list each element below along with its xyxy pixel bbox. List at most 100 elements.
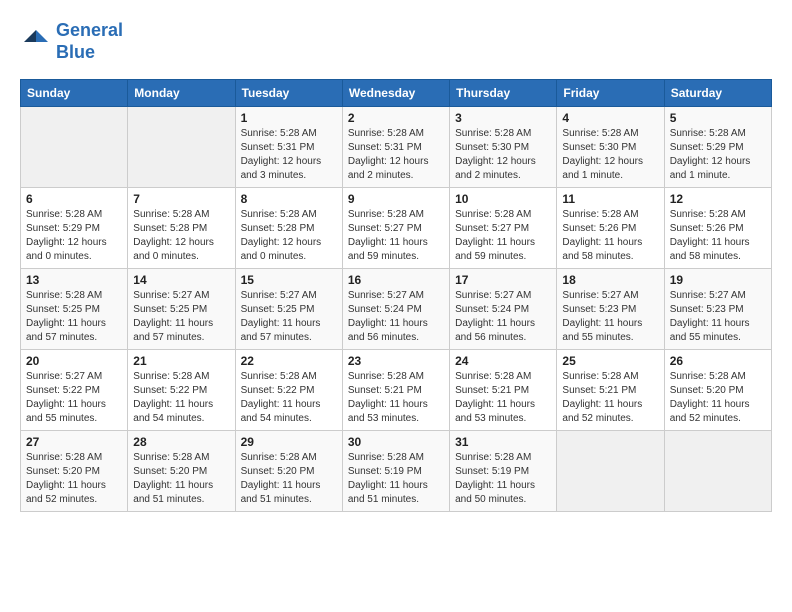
day-number: 27 — [26, 435, 122, 449]
day-number: 12 — [670, 192, 766, 206]
calendar-day-cell: 9 Sunrise: 5:28 AMSunset: 5:27 PMDayligh… — [342, 188, 449, 269]
calendar-day-cell: 31 Sunrise: 5:28 AMSunset: 5:19 PMDaylig… — [450, 431, 557, 512]
day-detail: Sunrise: 5:28 AMSunset: 5:26 PMDaylight:… — [562, 208, 658, 264]
day-number: 30 — [348, 435, 444, 449]
day-detail: Sunrise: 5:28 AMSunset: 5:26 PMDaylight:… — [670, 208, 766, 264]
day-number: 7 — [133, 192, 229, 206]
calendar-day-cell: 12 Sunrise: 5:28 AMSunset: 5:26 PMDaylig… — [664, 188, 771, 269]
calendar-day-cell: 10 Sunrise: 5:28 AMSunset: 5:27 PMDaylig… — [450, 188, 557, 269]
day-number: 13 — [26, 273, 122, 287]
day-detail: Sunrise: 5:28 AMSunset: 5:30 PMDaylight:… — [562, 127, 658, 183]
calendar-day-cell: 20 Sunrise: 5:27 AMSunset: 5:22 PMDaylig… — [21, 350, 128, 431]
calendar-day-cell: 8 Sunrise: 5:28 AMSunset: 5:28 PMDayligh… — [235, 188, 342, 269]
day-number: 2 — [348, 111, 444, 125]
calendar-day-cell: 16 Sunrise: 5:27 AMSunset: 5:24 PMDaylig… — [342, 269, 449, 350]
day-number: 6 — [26, 192, 122, 206]
day-number: 23 — [348, 354, 444, 368]
calendar-day-cell: 3 Sunrise: 5:28 AMSunset: 5:30 PMDayligh… — [450, 107, 557, 188]
calendar-day-cell: 15 Sunrise: 5:27 AMSunset: 5:25 PMDaylig… — [235, 269, 342, 350]
day-number: 26 — [670, 354, 766, 368]
day-detail: Sunrise: 5:28 AMSunset: 5:29 PMDaylight:… — [26, 208, 122, 264]
calendar-day-cell: 28 Sunrise: 5:28 AMSunset: 5:20 PMDaylig… — [128, 431, 235, 512]
header-cell: Wednesday — [342, 80, 449, 107]
calendar-day-cell: 13 Sunrise: 5:28 AMSunset: 5:25 PMDaylig… — [21, 269, 128, 350]
day-number: 10 — [455, 192, 551, 206]
calendar-day-cell: 2 Sunrise: 5:28 AMSunset: 5:31 PMDayligh… — [342, 107, 449, 188]
day-number: 28 — [133, 435, 229, 449]
calendar-day-cell: 6 Sunrise: 5:28 AMSunset: 5:29 PMDayligh… — [21, 188, 128, 269]
calendar-week-row: 13 Sunrise: 5:28 AMSunset: 5:25 PMDaylig… — [21, 269, 772, 350]
calendar-day-cell: 27 Sunrise: 5:28 AMSunset: 5:20 PMDaylig… — [21, 431, 128, 512]
calendar-day-cell: 7 Sunrise: 5:28 AMSunset: 5:28 PMDayligh… — [128, 188, 235, 269]
day-detail: Sunrise: 5:28 AMSunset: 5:27 PMDaylight:… — [348, 208, 444, 264]
calendar-table: SundayMondayTuesdayWednesdayThursdayFrid… — [20, 79, 772, 512]
calendar-day-cell: 26 Sunrise: 5:28 AMSunset: 5:20 PMDaylig… — [664, 350, 771, 431]
page-header: General Blue — [20, 20, 772, 63]
day-detail: Sunrise: 5:28 AMSunset: 5:21 PMDaylight:… — [562, 370, 658, 426]
day-detail: Sunrise: 5:28 AMSunset: 5:31 PMDaylight:… — [348, 127, 444, 183]
day-number: 5 — [670, 111, 766, 125]
calendar-day-cell: 11 Sunrise: 5:28 AMSunset: 5:26 PMDaylig… — [557, 188, 664, 269]
day-number: 15 — [241, 273, 337, 287]
header-cell: Thursday — [450, 80, 557, 107]
logo: General Blue — [20, 20, 123, 63]
day-detail: Sunrise: 5:28 AMSunset: 5:21 PMDaylight:… — [348, 370, 444, 426]
calendar-header-row: SundayMondayTuesdayWednesdayThursdayFrid… — [21, 80, 772, 107]
calendar-day-cell: 23 Sunrise: 5:28 AMSunset: 5:21 PMDaylig… — [342, 350, 449, 431]
calendar-day-cell: 18 Sunrise: 5:27 AMSunset: 5:23 PMDaylig… — [557, 269, 664, 350]
header-cell: Tuesday — [235, 80, 342, 107]
calendar-day-cell: 25 Sunrise: 5:28 AMSunset: 5:21 PMDaylig… — [557, 350, 664, 431]
calendar-day-cell: 24 Sunrise: 5:28 AMSunset: 5:21 PMDaylig… — [450, 350, 557, 431]
day-number: 29 — [241, 435, 337, 449]
day-number: 19 — [670, 273, 766, 287]
day-number: 8 — [241, 192, 337, 206]
day-detail: Sunrise: 5:28 AMSunset: 5:22 PMDaylight:… — [241, 370, 337, 426]
day-detail: Sunrise: 5:28 AMSunset: 5:20 PMDaylight:… — [670, 370, 766, 426]
logo-icon — [20, 26, 52, 58]
day-detail: Sunrise: 5:28 AMSunset: 5:31 PMDaylight:… — [241, 127, 337, 183]
calendar-week-row: 6 Sunrise: 5:28 AMSunset: 5:29 PMDayligh… — [21, 188, 772, 269]
day-detail: Sunrise: 5:28 AMSunset: 5:27 PMDaylight:… — [455, 208, 551, 264]
calendar-day-cell: 29 Sunrise: 5:28 AMSunset: 5:20 PMDaylig… — [235, 431, 342, 512]
day-detail: Sunrise: 5:28 AMSunset: 5:20 PMDaylight:… — [133, 451, 229, 507]
day-detail: Sunrise: 5:28 AMSunset: 5:28 PMDaylight:… — [241, 208, 337, 264]
day-detail: Sunrise: 5:28 AMSunset: 5:20 PMDaylight:… — [241, 451, 337, 507]
header-cell: Saturday — [664, 80, 771, 107]
day-detail: Sunrise: 5:28 AMSunset: 5:29 PMDaylight:… — [670, 127, 766, 183]
day-number: 25 — [562, 354, 658, 368]
calendar-day-cell — [128, 107, 235, 188]
day-number: 3 — [455, 111, 551, 125]
day-number: 21 — [133, 354, 229, 368]
day-number: 31 — [455, 435, 551, 449]
day-number: 22 — [241, 354, 337, 368]
day-detail: Sunrise: 5:28 AMSunset: 5:25 PMDaylight:… — [26, 289, 122, 345]
calendar-day-cell: 1 Sunrise: 5:28 AMSunset: 5:31 PMDayligh… — [235, 107, 342, 188]
day-number: 24 — [455, 354, 551, 368]
day-number: 20 — [26, 354, 122, 368]
day-detail: Sunrise: 5:27 AMSunset: 5:25 PMDaylight:… — [241, 289, 337, 345]
day-detail: Sunrise: 5:28 AMSunset: 5:20 PMDaylight:… — [26, 451, 122, 507]
calendar-day-cell: 4 Sunrise: 5:28 AMSunset: 5:30 PMDayligh… — [557, 107, 664, 188]
day-detail: Sunrise: 5:27 AMSunset: 5:24 PMDaylight:… — [348, 289, 444, 345]
header-cell: Monday — [128, 80, 235, 107]
day-number: 18 — [562, 273, 658, 287]
calendar-day-cell: 30 Sunrise: 5:28 AMSunset: 5:19 PMDaylig… — [342, 431, 449, 512]
day-detail: Sunrise: 5:28 AMSunset: 5:30 PMDaylight:… — [455, 127, 551, 183]
calendar-week-row: 1 Sunrise: 5:28 AMSunset: 5:31 PMDayligh… — [21, 107, 772, 188]
day-detail: Sunrise: 5:27 AMSunset: 5:22 PMDaylight:… — [26, 370, 122, 426]
calendar-day-cell: 5 Sunrise: 5:28 AMSunset: 5:29 PMDayligh… — [664, 107, 771, 188]
day-detail: Sunrise: 5:27 AMSunset: 5:24 PMDaylight:… — [455, 289, 551, 345]
calendar-day-cell: 17 Sunrise: 5:27 AMSunset: 5:24 PMDaylig… — [450, 269, 557, 350]
day-detail: Sunrise: 5:28 AMSunset: 5:19 PMDaylight:… — [348, 451, 444, 507]
calendar-week-row: 20 Sunrise: 5:27 AMSunset: 5:22 PMDaylig… — [21, 350, 772, 431]
calendar-day-cell: 19 Sunrise: 5:27 AMSunset: 5:23 PMDaylig… — [664, 269, 771, 350]
day-detail: Sunrise: 5:27 AMSunset: 5:25 PMDaylight:… — [133, 289, 229, 345]
day-detail: Sunrise: 5:28 AMSunset: 5:21 PMDaylight:… — [455, 370, 551, 426]
calendar-day-cell: 21 Sunrise: 5:28 AMSunset: 5:22 PMDaylig… — [128, 350, 235, 431]
day-number: 11 — [562, 192, 658, 206]
calendar-day-cell: 14 Sunrise: 5:27 AMSunset: 5:25 PMDaylig… — [128, 269, 235, 350]
day-number: 17 — [455, 273, 551, 287]
day-detail: Sunrise: 5:28 AMSunset: 5:22 PMDaylight:… — [133, 370, 229, 426]
calendar-day-cell — [557, 431, 664, 512]
day-detail: Sunrise: 5:28 AMSunset: 5:19 PMDaylight:… — [455, 451, 551, 507]
